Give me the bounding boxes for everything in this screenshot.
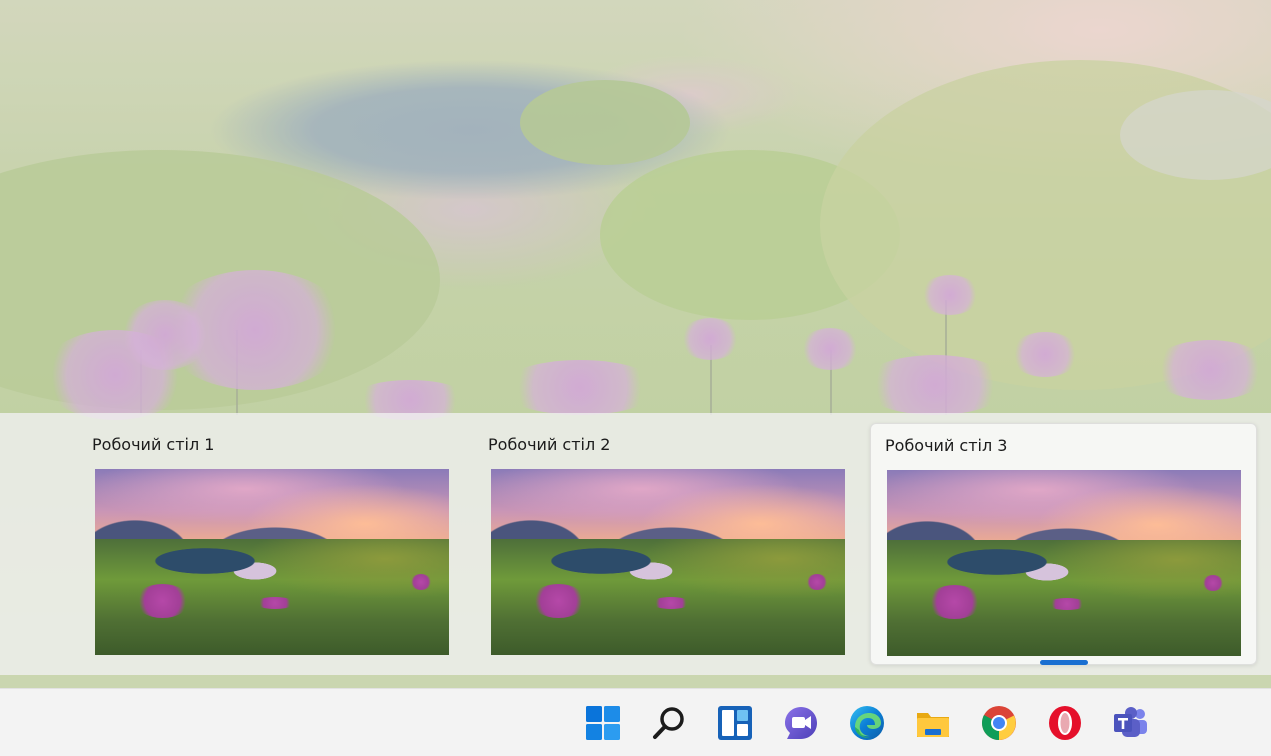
desktop-thumbnail[interactable]	[491, 469, 845, 655]
virtual-desktops-bar: Робочий стіл 1 Робочий стіл 2 Робочий ст…	[0, 413, 1271, 675]
desktop-card-3[interactable]: Робочий стіл 3	[870, 423, 1257, 665]
start-icon[interactable]	[585, 705, 621, 741]
taskbar	[0, 688, 1271, 756]
screen: Робочий стіл 1 Робочий стіл 2 Робочий ст…	[0, 0, 1271, 756]
teams-icon[interactable]	[1113, 705, 1149, 741]
desktop-thumbnail[interactable]	[887, 470, 1241, 656]
chrome-icon[interactable]	[981, 705, 1017, 741]
widgets-icon[interactable]	[717, 705, 753, 741]
desktop-thumbnail[interactable]	[95, 469, 449, 655]
active-desktop-indicator	[1040, 660, 1088, 665]
chat-icon[interactable]	[783, 705, 819, 741]
file-explorer-icon[interactable]	[915, 705, 951, 741]
edge-icon[interactable]	[849, 705, 885, 741]
opera-icon[interactable]	[1047, 705, 1083, 741]
desktop-title: Робочий стіл 2	[488, 435, 611, 454]
desktop-title: Робочий стіл 3	[885, 436, 1008, 455]
desktop-title: Робочий стіл 1	[92, 435, 215, 454]
desktop-card-2[interactable]: Робочий стіл 2	[467, 423, 853, 665]
desktop-card-1[interactable]: Робочий стіл 1	[71, 423, 457, 665]
search-icon[interactable]	[651, 705, 687, 741]
